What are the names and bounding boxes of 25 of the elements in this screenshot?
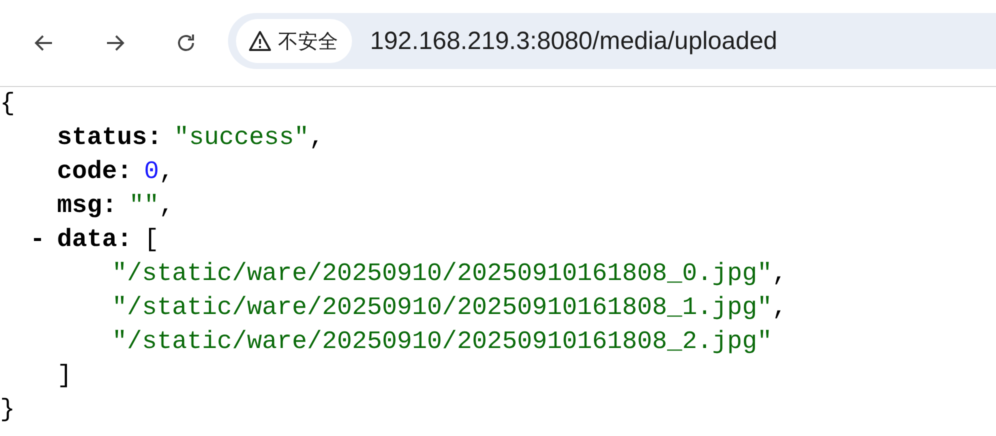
comma: , [309, 123, 324, 152]
json-value: "/static/ware/20250910/20250910161808_1.jpg" [112, 293, 772, 322]
comma: , [772, 293, 788, 322]
security-label: 不安全 [278, 28, 338, 54]
comma: , [159, 157, 174, 186]
url-text: 192.168.219.3:8080/media/uploaded [370, 26, 778, 56]
json-key: msg: [57, 191, 118, 220]
json-key: data: [57, 225, 132, 254]
open-bracket: [ [144, 225, 160, 254]
collapse-toggle[interactable]: - [30, 225, 46, 254]
close-bracket: ] [57, 361, 72, 390]
json-value: "" [129, 191, 160, 220]
open-brace: { [0, 89, 16, 118]
json-value: "success" [174, 123, 310, 152]
json-value: "/static/ware/20250910/20250910161808_2.jpg" [112, 327, 772, 356]
comma: , [772, 259, 788, 288]
comma: , [159, 191, 174, 220]
warning-icon [248, 29, 272, 53]
address-bar[interactable]: 不安全 192.168.219.3:8080/media/uploaded [228, 13, 996, 69]
security-chip[interactable]: 不安全 [236, 19, 352, 63]
json-value: "/static/ware/20250910/20250910161808_0.jpg" [112, 259, 772, 288]
close-brace: } [0, 395, 16, 424]
json-key: code: [57, 157, 132, 186]
json-value: 0 [144, 157, 160, 186]
json-key: status: [57, 123, 162, 152]
